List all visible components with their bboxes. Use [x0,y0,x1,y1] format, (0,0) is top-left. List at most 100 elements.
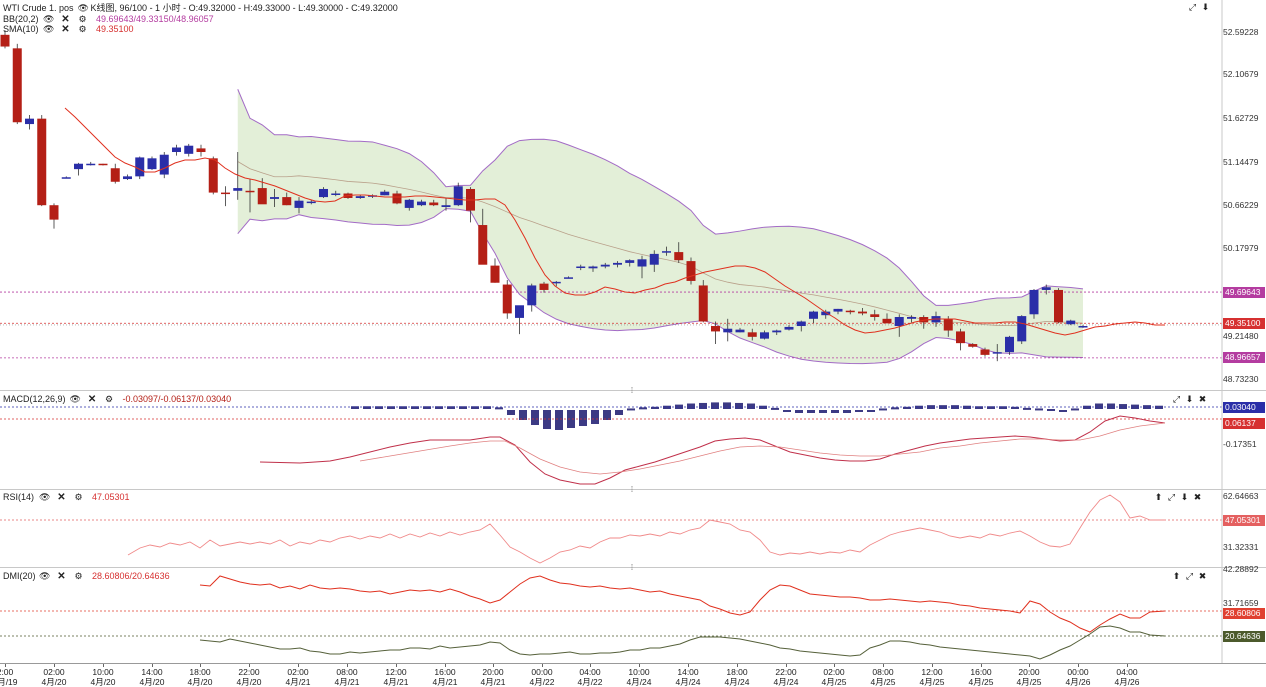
time-label: 14:00 [141,667,163,677]
gear-icon[interactable]: ⚙ [73,571,84,582]
time-tick [883,664,884,667]
rsi-tick: 31.32331 [1223,542,1259,552]
time-tick [1078,664,1079,667]
date-label: 4月/20 [41,677,67,687]
date-label: 4月/22 [577,677,603,687]
time-tick [54,664,55,667]
dmi-legend: DMI(20) 👁 ✕ ⚙ 28.60806/20.64636 [3,571,170,582]
macd-histogram-bar [699,402,707,409]
arrow-up-icon[interactable]: ⬆ [1153,492,1164,503]
date-label: 4月/25 [968,677,994,687]
time-tick [347,664,348,667]
time-label: 2:00 [0,667,14,677]
macd-pane-controls: ⤢ ⬇ ✖ [1171,394,1208,405]
macd-histogram-bar [1095,403,1103,409]
macd-histogram-bar [843,410,851,413]
macd-histogram-bar [555,410,563,430]
date-label: 4月/20 [187,677,213,687]
macd-histogram-bar [1035,408,1043,411]
date-label: 4月/19 [0,677,18,687]
time-tick [834,664,835,667]
delete-icon[interactable]: ✖ [1192,492,1203,503]
macd-histogram-bar [807,410,815,413]
maximize-icon[interactable]: ⤢ [1184,571,1195,582]
macd-signal-line [359,422,1166,475]
macd-histogram-bar [1107,403,1115,409]
rsi-pane-controls: ⬆ ⤢ ⬇ ✖ [1153,492,1203,503]
time-axis-label: 22:00 4月/20 [229,667,269,687]
time-label: 10:00 [628,667,650,677]
eye-icon[interactable]: 👁 [70,394,81,405]
time-label: 00:00 [1067,667,1089,677]
rsi-chart[interactable] [0,490,1266,567]
rsi-pane[interactable]: RSI(14) 👁 ✕ ⚙ 47.05301 ⬆ ⤢ ⬇ ✖ 62.64663 … [0,490,1266,568]
rsi-tick: 62.64663 [1223,491,1259,501]
time-axis-label: 2:004月/19 [0,667,25,687]
maximize-icon[interactable]: ⤢ [1171,394,1182,405]
time-axis-label: 12:00 4月/25 [912,667,952,687]
time-axis-label: 20:00 4月/25 [1009,667,1049,687]
macd-histogram-bar [867,410,875,412]
time-tick [249,664,250,667]
time-tick [639,664,640,667]
eye-icon[interactable]: 👁 [39,492,50,503]
time-tick [5,664,6,667]
arrow-up-icon[interactable]: ⬆ [1171,571,1182,582]
date-label: 4月/24 [626,677,652,687]
date-label: 4月/25 [821,677,847,687]
macd-chart[interactable] [0,0,1266,489]
time-axis-label: 04:00 4月/26 [1107,667,1147,687]
macd-histogram-bar [519,410,527,420]
date-label: 4月/21 [432,677,458,687]
dmi-chart[interactable] [0,568,1266,663]
time-tick [737,664,738,667]
close-icon[interactable]: ✕ [87,394,98,405]
time-label: 14:00 [677,667,699,677]
date-label: 4月/20 [236,677,262,687]
time-tick [1127,664,1128,667]
time-tick [103,664,104,667]
delete-icon[interactable]: ✖ [1197,571,1208,582]
time-label: 08:00 [872,667,894,677]
macd-histogram-bar [855,410,863,412]
arrow-down-icon[interactable]: ⬇ [1184,394,1195,405]
macd-pane[interactable]: MACD(12,26,9) 👁 ✕ ⚙ -0.03097/-0.06137/0.… [0,391,1266,490]
macd-histogram-bar [639,407,647,410]
time-tick [298,664,299,667]
time-axis: 2:004月/1902:004月/2010:004月/2014:004月/201… [0,664,1266,687]
macd-histogram-bar [819,410,827,413]
date-label: 4月/21 [285,677,311,687]
time-label: 20:00 [1018,667,1040,677]
time-tick [590,664,591,667]
time-label: 16:00 [970,667,992,677]
time-tick [1029,664,1030,667]
time-axis-label: 18:00 4月/20 [180,667,220,687]
time-label: 22:00 [775,667,797,677]
eye-icon[interactable]: 👁 [39,571,50,582]
macd-hist-tag: 0.03040 [1223,402,1265,413]
date-label: 4月/20 [139,677,165,687]
dmi-values: 28.60806/20.64636 [92,571,170,581]
date-label: 4月/25 [1016,677,1042,687]
gear-icon[interactable]: ⚙ [104,394,115,405]
time-label: 10:00 [92,667,114,677]
time-tick [396,664,397,667]
macd-histogram-bar [579,410,587,426]
macd-histogram-bar [771,407,779,410]
close-icon[interactable]: ✕ [56,571,67,582]
delete-icon[interactable]: ✖ [1197,394,1208,405]
arrow-down-icon[interactable]: ⬇ [1179,492,1190,503]
macd-histogram-bar [1047,409,1055,411]
dmi-pane[interactable]: DMI(20) 👁 ✕ ⚙ 28.60806/20.64636 ⬆ ⤢ ✖ 42… [0,564,1266,664]
close-icon[interactable]: ✕ [56,492,67,503]
dmi-tick: 42.28892 [1223,564,1259,574]
time-tick [932,664,933,667]
gear-icon[interactable]: ⚙ [73,492,84,503]
time-label: 04:00 [1116,667,1138,677]
maximize-icon[interactable]: ⤢ [1166,492,1177,503]
dmi-minus-tag: 20.64636 [1223,631,1265,642]
macd-histogram-bar [615,410,623,415]
time-axis-label: 02:00 4月/21 [278,667,318,687]
macd-histogram-bar [723,402,731,409]
time-tick [688,664,689,667]
